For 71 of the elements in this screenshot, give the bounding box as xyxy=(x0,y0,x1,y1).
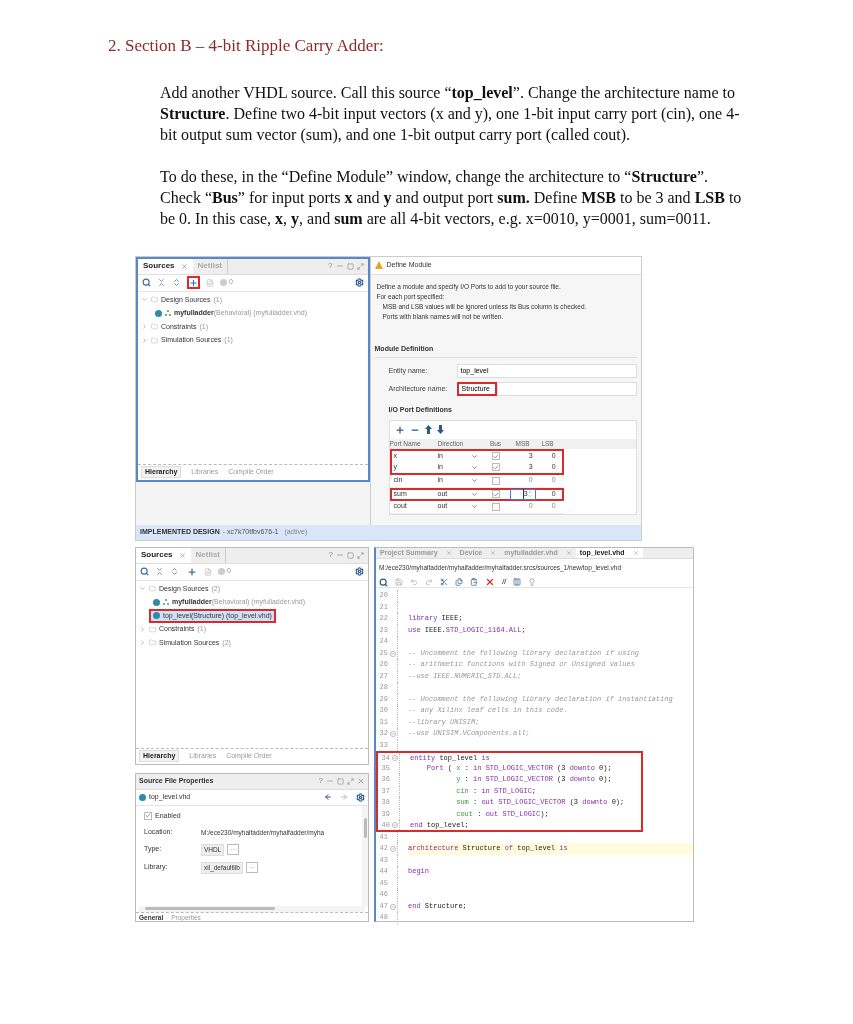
file-icon[interactable] xyxy=(206,278,214,287)
copy-icon[interactable] xyxy=(455,578,463,586)
bus-checkbox[interactable] xyxy=(491,502,500,511)
close-icon[interactable] xyxy=(357,777,365,786)
search-icon[interactable] xyxy=(140,567,149,576)
fold-icon[interactable] xyxy=(389,650,396,657)
search-icon[interactable] xyxy=(142,278,151,287)
float-icon[interactable] xyxy=(357,551,364,559)
maximize-icon[interactable] xyxy=(346,262,354,270)
hierarchy-icon xyxy=(163,599,169,606)
float-icon[interactable] xyxy=(356,262,364,270)
delete-icon[interactable] xyxy=(485,577,495,587)
bus-checkbox[interactable] xyxy=(491,490,500,498)
search-icon[interactable] xyxy=(379,577,388,587)
spinner-icon[interactable] xyxy=(527,490,532,498)
check-icon xyxy=(145,812,151,820)
plus-icon xyxy=(186,566,197,577)
move-down-icon[interactable] xyxy=(436,425,444,434)
hierarchy-icon xyxy=(165,310,171,317)
save-icon[interactable] xyxy=(395,578,403,586)
section-heading: 2. Section B – 4-bit Ripple Carry Adder: xyxy=(108,35,385,57)
maximize-icon[interactable] xyxy=(347,551,354,559)
minimize-icon[interactable] xyxy=(335,262,344,270)
instruction-paragraph: To do these, in the “Define Module” window, change the architecture to “Structure”. Check “Bus” for input ports x and y and output port sum. Define MSB to be 3 and LSB to be 0. In this case, x, y, and sum are all 4-bit vectors, e.g. x=0010, y=0001, sum=0011. xyxy=(160,166,743,229)
chevron-down-icon[interactable] xyxy=(141,296,148,304)
collapse-all-icon[interactable] xyxy=(157,278,166,287)
file-icon[interactable] xyxy=(204,567,212,576)
fold-icon[interactable] xyxy=(389,846,396,852)
bus-checkbox[interactable] xyxy=(491,476,500,485)
collapse-all-icon[interactable] xyxy=(155,567,164,576)
settings-icon[interactable] xyxy=(355,567,364,576)
folder-icon xyxy=(149,585,156,593)
add-port-icon[interactable] xyxy=(394,424,405,435)
fold-icon[interactable] xyxy=(391,822,398,828)
lightbulb-icon[interactable] xyxy=(527,578,536,586)
instruction-paragraph: Add another VHDL source. Call this source “top_level”. Change the architecture name to Structure. Define two 4-bit input vectors (x and y), one 1-bit input carry port (cin), one 4-bit output sum vector (sum), and one 1-bit output carry port (called cout). xyxy=(160,82,741,145)
folder-icon xyxy=(151,296,158,304)
close-icon[interactable] xyxy=(490,549,497,556)
fold-icon[interactable] xyxy=(389,731,396,737)
close-icon[interactable] xyxy=(180,262,188,270)
check-icon xyxy=(492,490,499,498)
fold-icon[interactable] xyxy=(389,903,396,910)
close-icon[interactable] xyxy=(178,551,186,559)
fold-icon[interactable] xyxy=(391,755,398,761)
settings-icon[interactable] xyxy=(354,278,364,287)
settings-icon[interactable] xyxy=(356,792,365,802)
cut-icon[interactable] xyxy=(440,578,448,586)
app-logo-icon xyxy=(374,261,383,269)
folder-icon xyxy=(149,625,156,633)
folder-icon xyxy=(151,336,158,344)
close-icon[interactable] xyxy=(445,549,452,556)
maximize-icon[interactable] xyxy=(337,777,344,785)
paste-icon[interactable] xyxy=(470,578,478,586)
undo-icon[interactable] xyxy=(410,578,418,586)
chevron-down-icon[interactable] xyxy=(139,585,146,593)
float-icon[interactable] xyxy=(347,777,354,785)
back-icon[interactable] xyxy=(324,793,332,802)
close-icon[interactable] xyxy=(565,549,572,556)
close-icon[interactable] xyxy=(632,549,639,556)
forward-icon[interactable] xyxy=(340,793,348,802)
redo-icon[interactable] xyxy=(425,578,433,586)
plus-icon xyxy=(189,277,198,288)
folder-icon xyxy=(149,639,156,647)
add-source-button[interactable] xyxy=(187,276,200,289)
expand-all-icon[interactable] xyxy=(172,278,181,287)
minimize-icon[interactable] xyxy=(336,551,344,559)
move-up-icon[interactable] xyxy=(424,425,432,434)
enabled-checkbox[interactable] xyxy=(144,811,152,820)
columns-icon[interactable] xyxy=(512,578,521,586)
folder-icon xyxy=(151,323,158,331)
expand-all-icon[interactable] xyxy=(170,567,179,576)
